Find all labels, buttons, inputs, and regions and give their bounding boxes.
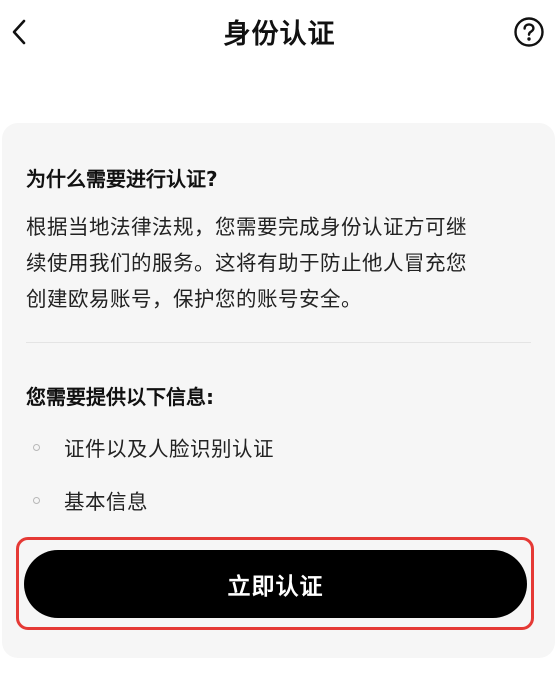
why-description-line: 根据当地法律法规，您需要完成身份认证方可继 (26, 215, 467, 239)
help-button[interactable] (513, 16, 545, 48)
question-circle-icon (514, 17, 544, 47)
top-bar: 身份认证 (0, 0, 559, 70)
verify-now-button[interactable]: 立即认证 (24, 550, 527, 618)
requirement-item: 证件以及人脸识别认证 (26, 431, 274, 463)
section-divider (26, 342, 531, 343)
requirement-item: 基本信息 (26, 484, 148, 516)
bullet-dot-icon (33, 443, 40, 451)
why-description-line: 续使用我们的服务。这将有助于防止他人冒充您 (26, 251, 467, 275)
requirement-label: 基本信息 (64, 490, 148, 514)
requirements-heading: 您需要提供以下信息: (26, 385, 214, 409)
requirement-label: 证件以及人脸识别认证 (64, 437, 274, 461)
why-heading: 为什么需要进行认证? (26, 167, 218, 191)
why-description-line: 创建欧易账号，保护您的账号安全。 (26, 287, 362, 311)
page-title: 身份认证 (223, 19, 336, 50)
identity-verification-page: 身份认证 为什么需要进行认证? 根据当地法律法规，您需要完成身份认证方可继 续使… (0, 0, 559, 700)
why-description: 根据当地法律法规，您需要完成身份认证方可继 续使用我们的服务。这将有助于防止他人… (26, 209, 536, 317)
bullet-dot-icon (33, 496, 40, 504)
